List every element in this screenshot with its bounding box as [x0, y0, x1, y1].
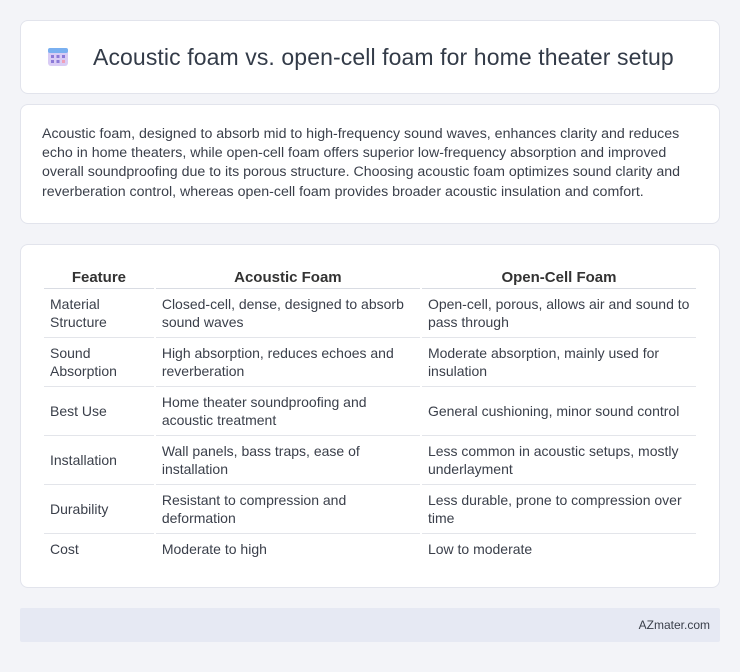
- table-card: Feature Acoustic Foam Open-Cell Foam Mat…: [20, 244, 720, 588]
- row-feature-cell: Material Structure: [44, 289, 154, 338]
- row-acoustic-cell: Home theater soundproofing and acoustic …: [155, 387, 420, 436]
- row-feature-cell: Cost: [50, 541, 79, 557]
- header-open-cell-foam: Open-Cell Foam: [421, 265, 696, 289]
- row-open-cell-cell: Moderate absorption, mainly used for ins…: [421, 338, 696, 387]
- row-open-cell-cell: Low to moderate: [427, 541, 533, 557]
- row-feature-cell: Sound Absorption: [44, 338, 154, 387]
- row-open-cell-cell: Open-cell, porous, allows air and sound …: [421, 289, 696, 338]
- table-row: Sound Absorption High absorption, reduce…: [44, 338, 696, 387]
- row-acoustic-cell: Wall panels, bass traps, ease of install…: [155, 436, 420, 485]
- row-open-cell-cell: Less durable, prone to compression over …: [421, 485, 696, 534]
- row-feature-cell: Installation: [44, 436, 154, 485]
- row-acoustic-cell: High absorption, reduces echoes and reve…: [155, 338, 420, 387]
- row-feature-cell: Best Use: [44, 387, 154, 436]
- table-row: Installation Wall panels, bass traps, ea…: [44, 436, 696, 485]
- page-title: Acoustic foam vs. open-cell foam for hom…: [93, 43, 674, 70]
- calendar-grid-icon: [47, 46, 69, 68]
- title-row: Acoustic foam vs. open-cell foam for hom…: [21, 21, 719, 93]
- row-open-cell-cell: General cushioning, minor sound control: [421, 387, 696, 436]
- summary-card: Acoustic foam, designed to absorb mid to…: [20, 104, 720, 224]
- table-row: Best Use Home theater soundproofing and …: [44, 387, 696, 436]
- summary-text: Acoustic foam, designed to absorb mid to…: [42, 126, 680, 200]
- table-row: Material Structure Closed-cell, dense, d…: [44, 289, 696, 338]
- table-row: Cost Moderate to high Low to moderate: [44, 534, 696, 564]
- table-row: Durability Resistant to compression and …: [44, 485, 696, 534]
- row-acoustic-cell: Resistant to compression and deformation: [155, 485, 420, 534]
- title-card: Acoustic foam vs. open-cell foam for hom…: [20, 20, 720, 94]
- row-open-cell-cell: Less common in acoustic setups, mostly u…: [421, 436, 696, 485]
- row-feature-cell: Durability: [44, 485, 154, 534]
- comparison-table: Feature Acoustic Foam Open-Cell Foam Mat…: [42, 265, 698, 564]
- row-acoustic-cell: Moderate to high: [161, 541, 267, 557]
- table-header-row: Feature Acoustic Foam Open-Cell Foam: [44, 265, 696, 289]
- footer-brand-link[interactable]: AZmater.com: [639, 618, 710, 632]
- header-acoustic-foam: Acoustic Foam: [155, 265, 420, 289]
- header-feature: Feature: [44, 265, 154, 289]
- row-acoustic-cell: Closed-cell, dense, designed to absorb s…: [155, 289, 420, 338]
- footer-bar: AZmater.com: [20, 608, 720, 642]
